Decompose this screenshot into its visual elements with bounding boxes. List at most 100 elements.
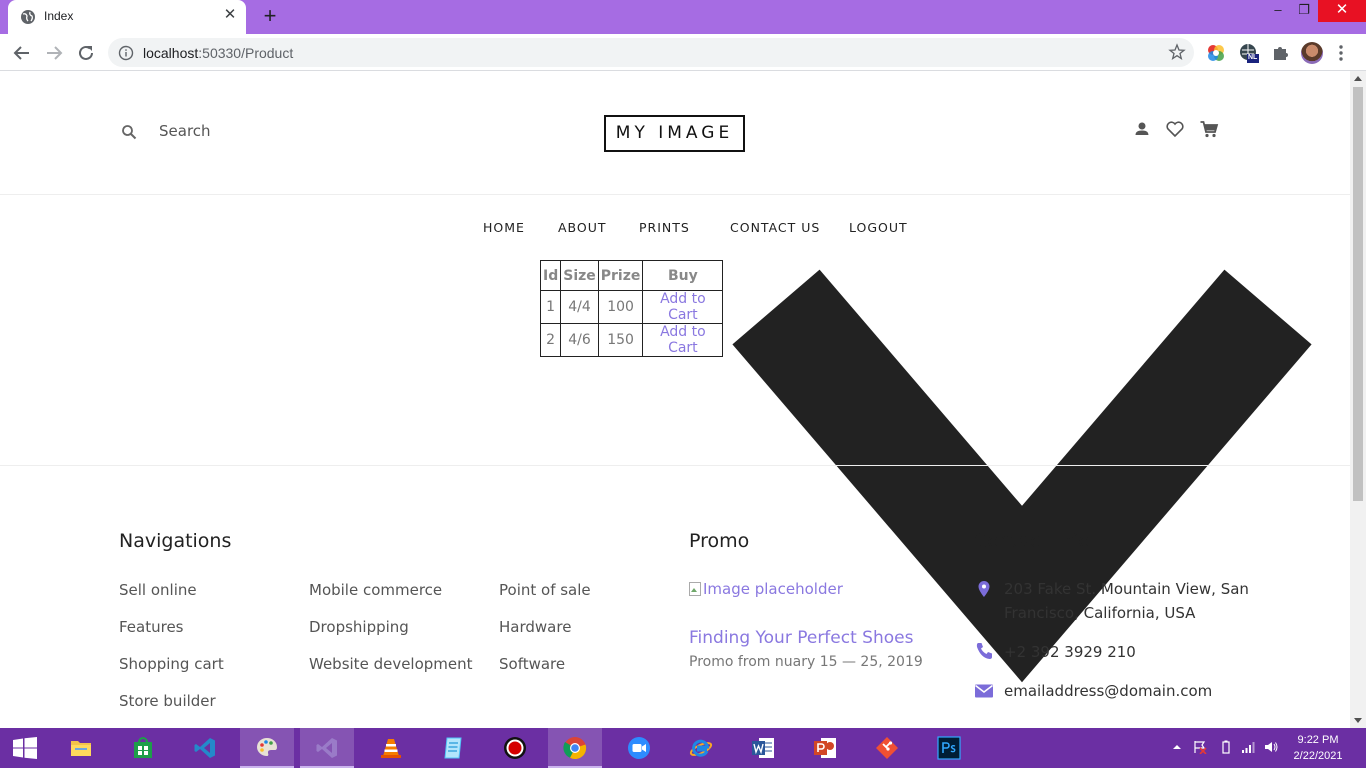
table-header-row: Id Size Prize Buy bbox=[539, 260, 724, 291]
cell-id: 1 bbox=[539, 290, 562, 324]
taskbar-recorder[interactable] bbox=[488, 728, 542, 768]
cell-prize: 150 bbox=[597, 323, 644, 357]
contact-address-line2: Francisco, California, USA bbox=[1004, 604, 1196, 622]
taskbar-notes[interactable] bbox=[426, 728, 480, 768]
nav-about[interactable]: ABOUT bbox=[558, 220, 607, 235]
scroll-up-arrow-icon[interactable] bbox=[1354, 76, 1362, 81]
search-input[interactable]: Search bbox=[159, 122, 211, 140]
vlc-cone-icon bbox=[381, 739, 401, 758]
footer-link[interactable]: Features bbox=[119, 618, 184, 636]
more-menu-icon[interactable] bbox=[1338, 43, 1344, 63]
site-info-icon[interactable] bbox=[118, 45, 134, 61]
taskbar-vlc[interactable] bbox=[364, 728, 418, 768]
minimize-button[interactable]: – bbox=[1264, 0, 1292, 22]
signal-icon[interactable] bbox=[1241, 740, 1255, 754]
extension-badge: NL bbox=[1248, 54, 1258, 61]
contact-phone[interactable]: +2 392 3929 210 bbox=[1004, 640, 1136, 664]
promo-heading-link[interactable]: Finding Your Perfect Shoes bbox=[689, 628, 913, 648]
cell-size: 4/6 bbox=[560, 323, 599, 357]
taskbar-word[interactable] bbox=[736, 728, 790, 768]
cell-size: 4/4 bbox=[560, 290, 599, 324]
footer-link[interactable]: Website development bbox=[309, 655, 473, 673]
clock-time: 9:22 PM bbox=[1297, 734, 1339, 746]
tab-close-icon[interactable]: ✕ bbox=[222, 7, 238, 23]
puzzle-extensions-icon[interactable] bbox=[1271, 43, 1291, 63]
address-bar[interactable]: localhost:50330/Product bbox=[108, 38, 1194, 67]
nav-logout[interactable]: LOGOUT bbox=[849, 220, 908, 235]
bookmark-star-icon[interactable] bbox=[1168, 43, 1186, 61]
color-extension-icon[interactable] bbox=[1206, 43, 1226, 63]
footer-link[interactable]: Mobile commerce bbox=[309, 581, 442, 599]
reload-icon[interactable] bbox=[73, 40, 99, 66]
visual-studio-icon bbox=[316, 738, 337, 758]
flag-notification-icon[interactable] bbox=[1193, 740, 1207, 754]
cell-buy: Add to Cart bbox=[642, 290, 724, 324]
footer-divider bbox=[0, 465, 1350, 466]
footer-promo-heading: Promo bbox=[689, 530, 750, 552]
nav-contact-us[interactable]: CONTACT US bbox=[730, 220, 820, 235]
table-row: 2 4/6 150 Add to Cart bbox=[539, 323, 724, 357]
footer-link[interactable]: Software bbox=[499, 655, 565, 673]
footer-link[interactable]: Hardware bbox=[499, 618, 571, 636]
user-icon[interactable] bbox=[1132, 119, 1152, 139]
column-header-prize: Prize bbox=[597, 260, 644, 291]
volume-icon[interactable] bbox=[1264, 740, 1278, 754]
store-icon bbox=[134, 737, 152, 758]
cell-id: 2 bbox=[539, 323, 562, 357]
close-window-button[interactable]: ✕ bbox=[1318, 0, 1366, 22]
site-logo[interactable]: MY IMAGE bbox=[604, 115, 745, 152]
footer-navigations-heading: Navigations bbox=[119, 530, 232, 552]
tray-expand-icon[interactable] bbox=[1170, 740, 1184, 754]
footer-link[interactable]: Sell online bbox=[119, 581, 197, 599]
back-icon[interactable] bbox=[9, 40, 35, 66]
scroll-thumb[interactable] bbox=[1353, 87, 1363, 501]
new-tab-button[interactable]: + bbox=[260, 5, 280, 27]
scroll-down-arrow-icon[interactable] bbox=[1354, 718, 1362, 723]
nav-prints-label: PRINTS bbox=[639, 220, 690, 235]
powerpoint-icon bbox=[814, 738, 836, 758]
forward-icon[interactable] bbox=[41, 40, 67, 66]
promo-image-placeholder[interactable]: Image placeholder bbox=[689, 580, 843, 598]
language-extension-icon[interactable]: NL bbox=[1239, 43, 1259, 63]
record-icon bbox=[504, 737, 526, 759]
taskbar-chrome[interactable] bbox=[548, 728, 602, 768]
taskbar-internet-explorer[interactable] bbox=[674, 728, 728, 768]
cell-buy: Add to Cart bbox=[642, 323, 724, 357]
windows-start-icon[interactable] bbox=[12, 737, 38, 759]
clock-date: 2/22/2021 bbox=[1293, 750, 1343, 762]
git-icon bbox=[876, 737, 898, 759]
taskbar-zoom[interactable] bbox=[612, 728, 666, 768]
chrome-icon bbox=[563, 737, 587, 760]
taskbar-file-explorer[interactable] bbox=[54, 728, 108, 768]
restore-button[interactable]: ❐ bbox=[1290, 0, 1318, 22]
footer-link[interactable]: Store builder bbox=[119, 692, 216, 710]
footer-link[interactable]: Shopping cart bbox=[119, 655, 224, 673]
photoshop-icon bbox=[937, 736, 961, 760]
vscode-icon bbox=[194, 738, 215, 758]
heart-icon[interactable] bbox=[1165, 119, 1185, 139]
nav-prints[interactable]: PRINTS bbox=[639, 220, 690, 235]
nav-home[interactable]: HOME bbox=[483, 220, 525, 235]
browser-tab[interactable]: Index ✕ bbox=[8, 0, 246, 34]
taskbar-vscode[interactable] bbox=[178, 728, 232, 768]
battery-icon[interactable] bbox=[1219, 740, 1233, 754]
taskbar-store[interactable] bbox=[116, 728, 170, 768]
profile-avatar[interactable] bbox=[1301, 42, 1323, 64]
search-icon[interactable] bbox=[121, 124, 137, 140]
taskbar-photoshop[interactable] bbox=[922, 728, 976, 768]
page-scrollbar[interactable] bbox=[1350, 71, 1366, 728]
taskbar-paint[interactable] bbox=[240, 728, 294, 768]
taskbar-clock[interactable]: 9:22 PM 2/22/2021 bbox=[1290, 732, 1346, 764]
paint-palette-icon bbox=[257, 738, 277, 756]
footer-link[interactable]: Point of sale bbox=[499, 581, 591, 599]
taskbar-git[interactable] bbox=[860, 728, 914, 768]
add-to-cart-link[interactable]: Add to Cart bbox=[660, 324, 706, 356]
envelope-icon bbox=[975, 684, 993, 698]
contact-email[interactable]: emailaddress@domain.com bbox=[1004, 679, 1212, 703]
add-to-cart-link[interactable]: Add to Cart bbox=[660, 291, 706, 323]
cart-icon[interactable] bbox=[1199, 119, 1219, 139]
taskbar-visual-studio[interactable] bbox=[300, 728, 354, 768]
taskbar-powerpoint[interactable] bbox=[798, 728, 852, 768]
windows-taskbar: 9:22 PM 2/22/2021 bbox=[0, 728, 1366, 768]
footer-link[interactable]: Dropshipping bbox=[309, 618, 409, 636]
